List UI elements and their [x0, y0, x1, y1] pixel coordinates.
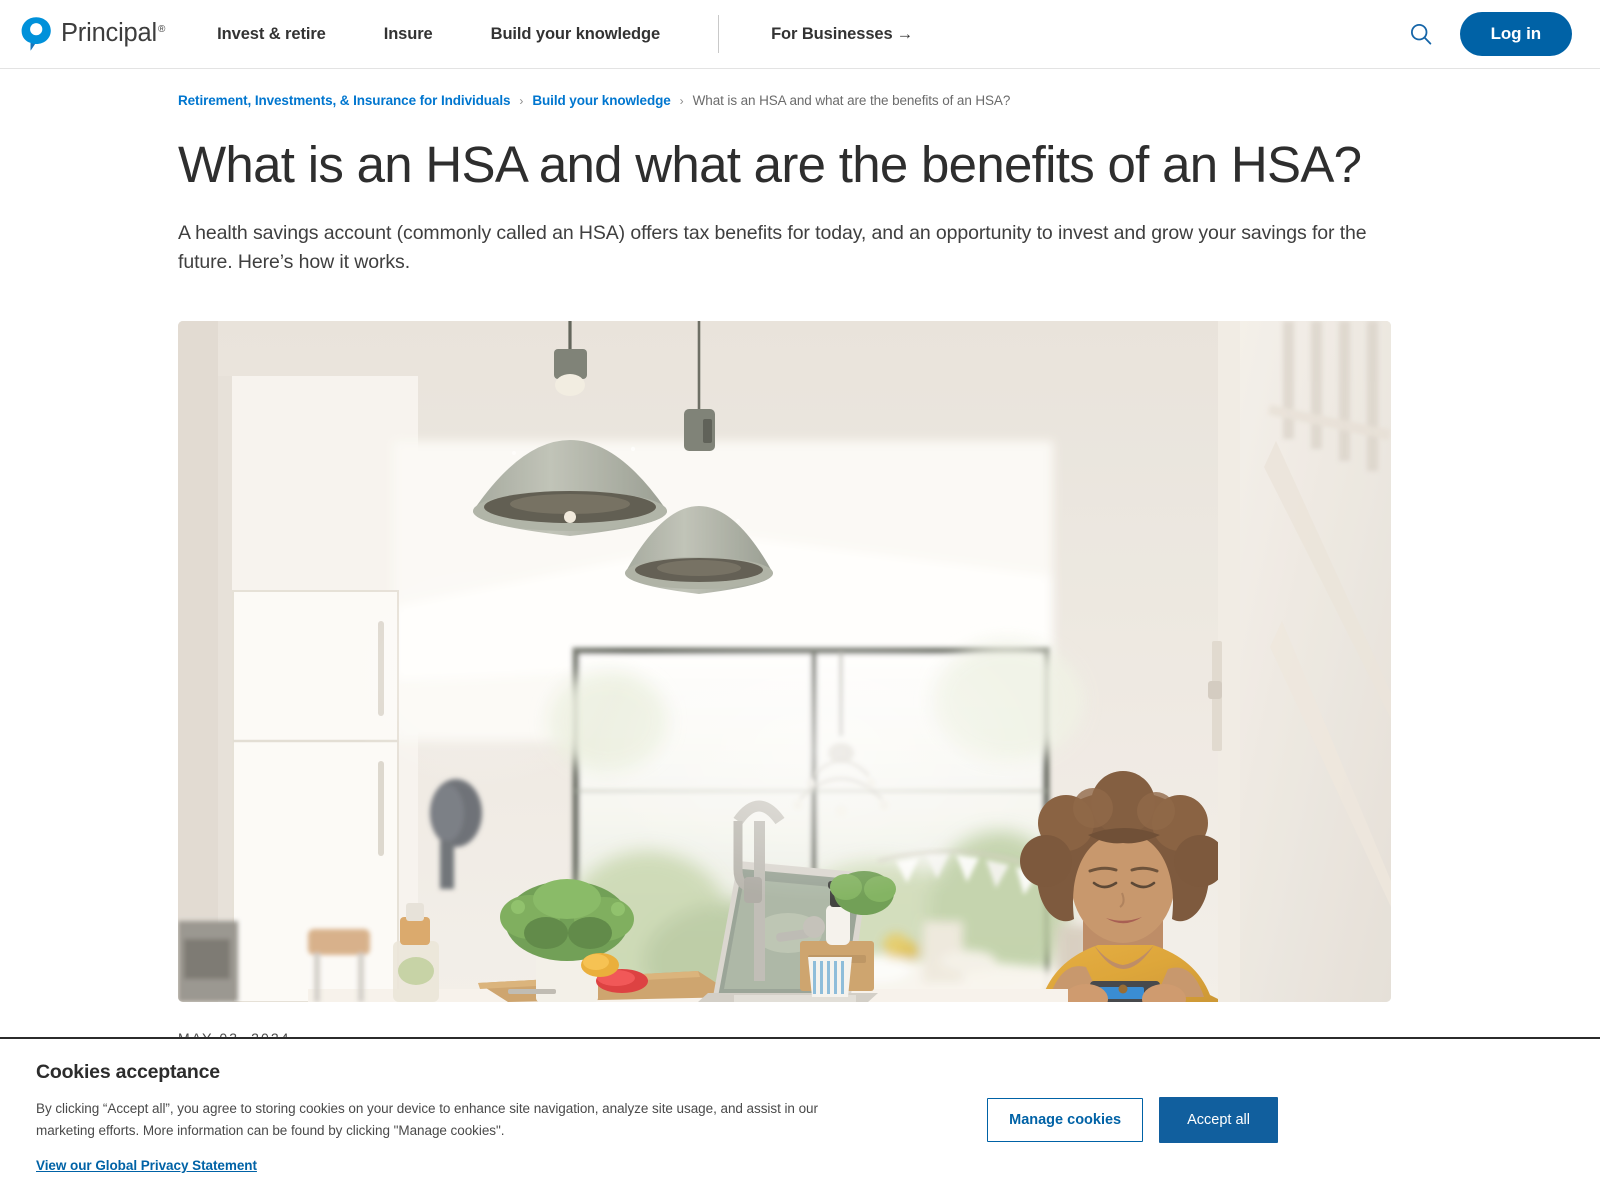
article-intro: A health savings account (commonly calle…	[178, 222, 1367, 274]
registered-mark: ®	[158, 23, 166, 35]
hero-illustration	[178, 320, 1391, 1002]
accept-all-button[interactable]: Accept all	[1159, 1097, 1278, 1143]
cookie-banner-body: By clicking “Accept all”, you agree to s…	[36, 1101, 818, 1138]
search-button[interactable]	[1404, 17, 1438, 51]
breadcrumb-current-page: What is an HSA and what are the benefits…	[692, 93, 1011, 108]
principal-logo[interactable]: Principal®	[20, 16, 165, 52]
breadcrumb: Retirement, Investments, & Insurance for…	[178, 93, 1600, 108]
chevron-right-icon: ›	[679, 93, 684, 108]
breadcrumb-item-individuals[interactable]: Retirement, Investments, & Insurance for…	[178, 93, 510, 108]
main-content: Retirement, Investments, & Insurance for…	[0, 93, 1600, 1046]
breadcrumb-item-build-your-knowledge[interactable]: Build your knowledge	[532, 93, 670, 108]
chevron-right-icon: ›	[519, 93, 524, 108]
header-actions: Log in	[1404, 12, 1572, 56]
cookie-banner-title: Cookies acceptance	[36, 1061, 220, 1083]
nav-item-build-your-knowledge[interactable]: Build your knowledge	[491, 25, 661, 44]
logo-wordmark: Principal®	[61, 19, 166, 48]
nav-item-invest-retire[interactable]: Invest & retire	[217, 25, 326, 44]
cookie-banner-actions: Manage cookies Accept all	[987, 1061, 1568, 1143]
principal-logo-icon	[21, 17, 51, 51]
site-header: Principal® Invest & retire Insure Build …	[0, 0, 1600, 69]
search-icon	[1410, 23, 1431, 45]
arrow-right-icon: →	[896, 24, 914, 43]
cookie-consent-banner: Cookies acceptance By clicking “Accept a…	[0, 1037, 1600, 1200]
privacy-statement-link[interactable]: View our Global Privacy Statement	[36, 1158, 257, 1173]
nav-divider	[718, 15, 720, 53]
manage-cookies-button[interactable]: Manage cookies	[987, 1098, 1144, 1142]
cookie-banner-text: Cookies acceptance By clicking “Accept a…	[36, 1061, 987, 1175]
nav-item-for-businesses[interactable]: For Businesses →	[771, 25, 913, 44]
login-button[interactable]: Log in	[1459, 12, 1572, 56]
hero-image	[178, 320, 1391, 1002]
page-title: What is an HSA and what are the benefits…	[178, 136, 1362, 193]
nav-item-insure[interactable]: Insure	[384, 25, 433, 44]
primary-nav: Invest & retire Insure Build your knowle…	[217, 0, 913, 68]
